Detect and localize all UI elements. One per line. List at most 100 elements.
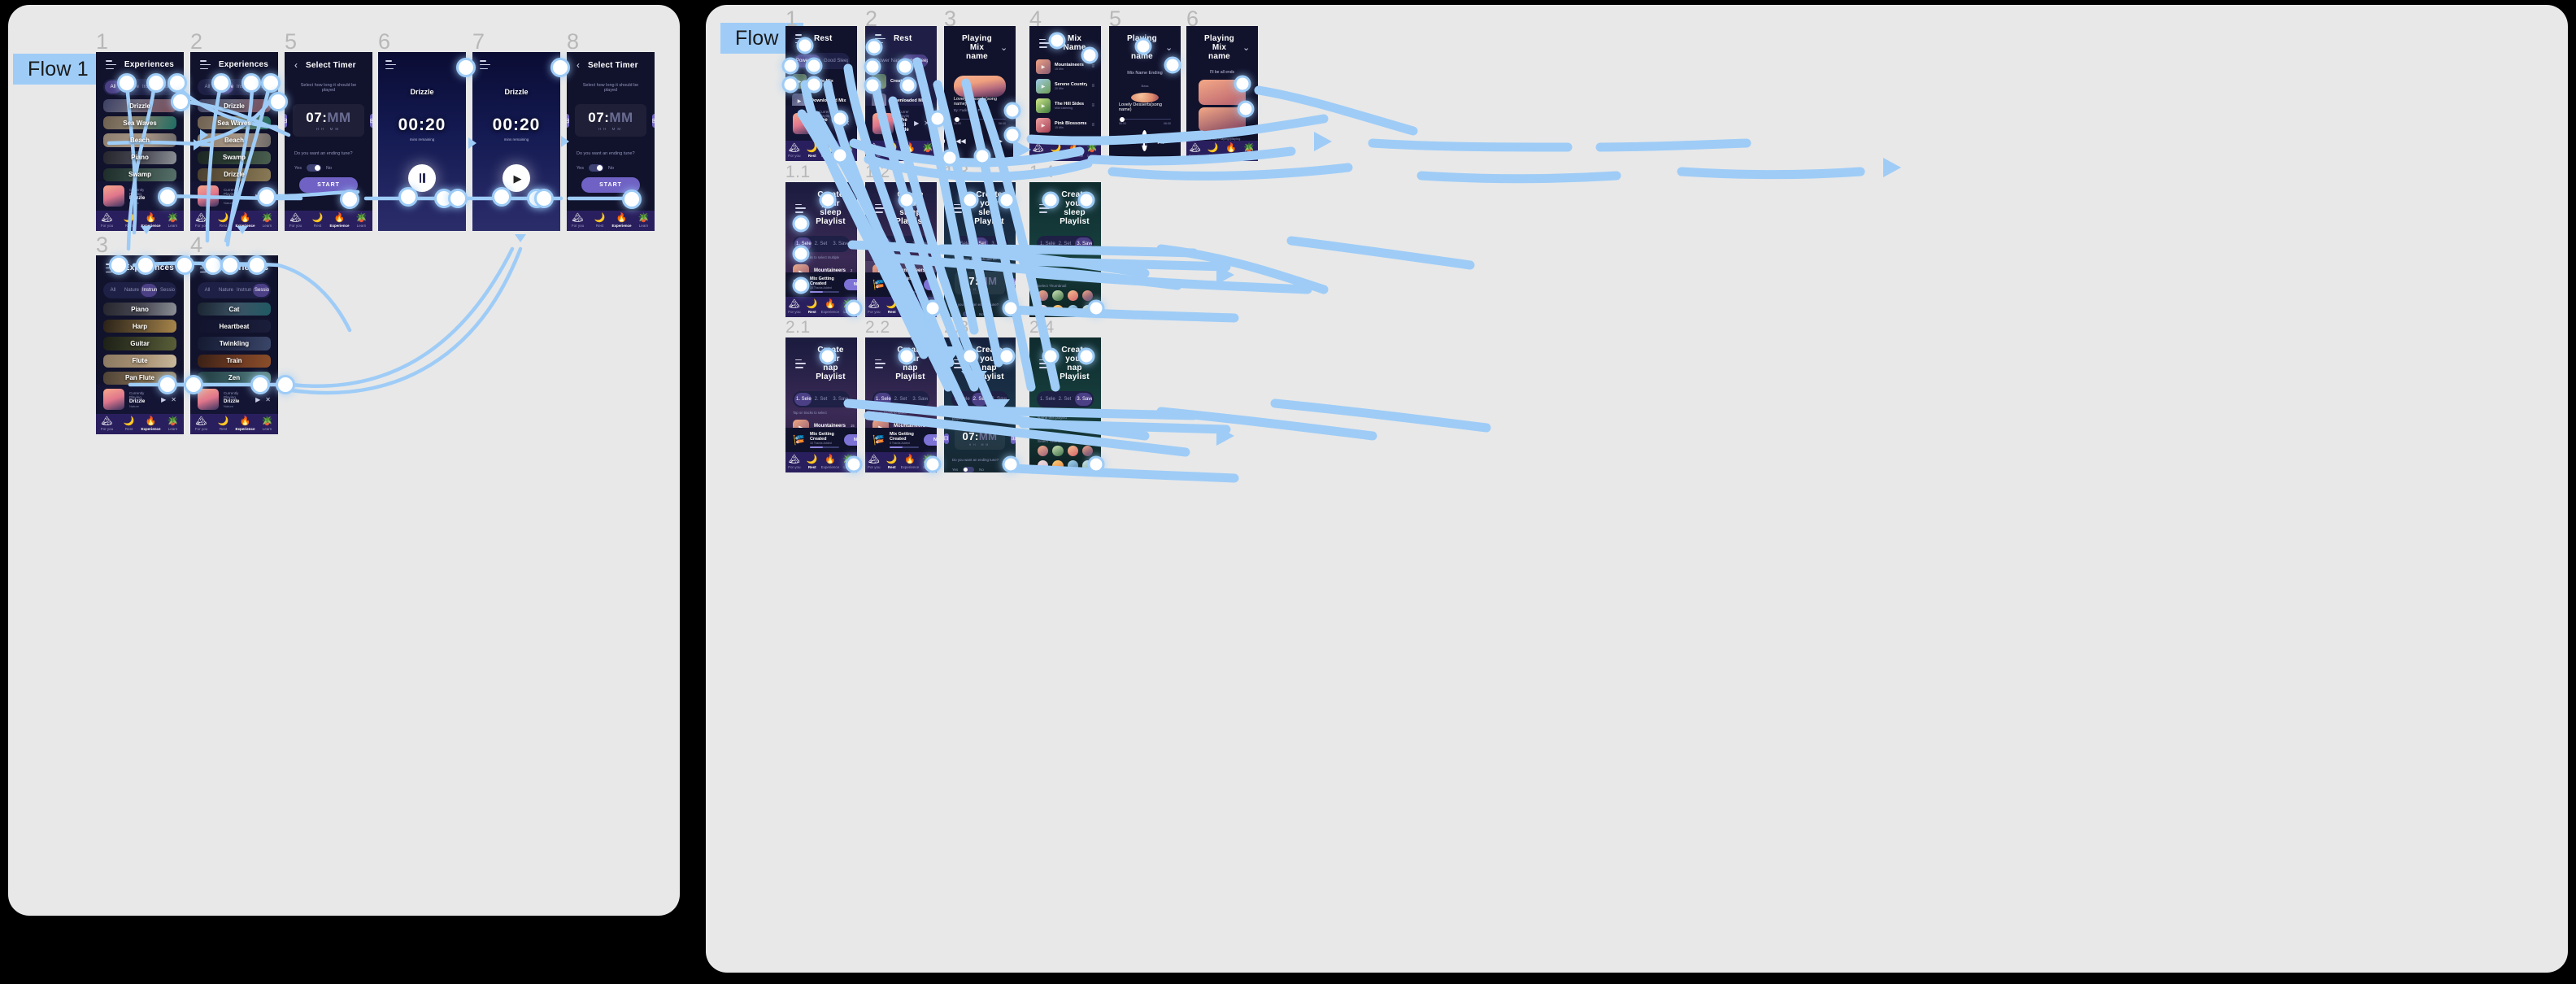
nav-for-you[interactable]: 🏔 For you [865,455,883,469]
nav-experience[interactable]: 🔥 Experience [901,299,920,314]
experience-card[interactable]: Drizzle [198,99,271,113]
nav-experience[interactable]: 🔥 Experience [1222,143,1241,158]
tab-session[interactable]: Session [253,284,269,297]
decrement-icon[interactable]: ⊟ [944,277,949,289]
menu-icon[interactable] [480,60,490,69]
increment-icon[interactable]: ⊞ [369,113,372,128]
tab-save-mix[interactable]: 3. Save Mix [831,237,848,250]
toggle-switch[interactable] [588,164,603,172]
connector-node[interactable] [340,189,359,209]
screen-experiences-session[interactable]: Experiences All Nature Instrumental Sess… [190,255,278,434]
next-button[interactable]: NEXT → [843,434,857,446]
connector-node[interactable] [242,73,261,93]
drag-handle-icon[interactable]: ≡ [1091,103,1094,108]
nav-for-you[interactable]: 🏔 For you [865,143,883,158]
connector-node[interactable] [961,191,979,209]
connector-node[interactable] [1042,191,1060,209]
category-tabs[interactable]: All Nature Instrumental Session [198,282,271,298]
connector-node[interactable] [1002,299,1020,317]
connector-node[interactable] [158,187,177,207]
tab-save-mix[interactable]: 3. Save Mix [831,393,848,406]
menu-icon[interactable] [875,359,886,368]
nav-experience[interactable]: 🔥 Experience [234,213,256,228]
experience-card[interactable]: Sea Waves [198,116,271,130]
forward-icon[interactable]: ▶▶ [1158,137,1168,145]
connector-node[interactable] [792,276,810,294]
bottom-nav[interactable]: 🏔For you 🌙Rest 🔥Experience 🪴Learn [96,414,184,434]
connector-node[interactable] [929,110,946,128]
nav-rest[interactable]: 🌙 Rest [118,213,140,228]
tab-select-tracks[interactable]: 1. Select Tracks [1038,237,1055,250]
next-button[interactable]: NEXT → [923,279,937,290]
tab-set-timer[interactable]: 2. Set Timer [1057,393,1074,406]
connector-node[interactable] [534,189,554,208]
connector-node[interactable] [898,347,916,365]
time-input[interactable]: 07:MM HH MM [954,427,1006,450]
bottom-nav[interactable]: 🏔For you 🌙Rest 🔥Experience 🪴Learn [1186,141,1258,161]
tab-save-mix[interactable]: 3. Save Mix [990,237,1007,250]
connector-node[interactable] [1234,75,1251,93]
connector-node[interactable] [109,255,128,275]
bottom-nav[interactable]: 🏔For you 🌙Rest 🔥Experience 🪴Learn [865,141,937,161]
list-item[interactable]: Lovely Deserts18 Min≡ [1029,135,1101,141]
bottom-nav[interactable]: 🏔For you 🌙Rest 🔥Experience 🪴Learn [190,211,278,231]
connector-node[interactable] [550,58,570,77]
drag-handle-icon[interactable]: ≡ [1091,64,1094,69]
nav-experience[interactable]: 🔥 Experience [329,213,350,228]
experience-card[interactable]: Train [198,354,271,368]
bottom-nav[interactable]: 🏔For you 🌙Rest 🔥Experience 🪴Learn [190,414,278,434]
chevron-down-icon[interactable]: ⌄ [1242,42,1250,53]
time-input[interactable]: 07:MM HH MM [293,104,364,137]
thumbnail-option[interactable] [1038,446,1049,457]
screen-player-6[interactable]: Playing Mix name ⌄ I'll be all ends Next … [1186,26,1258,161]
bottom-nav[interactable]: 🏔For you 🌙Rest 🔥Experience 🪴Learn [96,211,184,231]
tab-instrumental[interactable]: Instrumental [235,284,251,297]
menu-icon[interactable] [106,60,116,69]
nav-for-you[interactable]: 🏔 For you [190,213,212,228]
menu-icon[interactable] [200,60,211,69]
thumbnail-option[interactable] [1067,446,1078,457]
nav-for-you[interactable]: 🏔 For you [96,416,118,431]
nav-for-you[interactable]: 🏔 For you [785,299,803,314]
decrement-icon[interactable]: ⊟ [567,113,570,128]
experience-card[interactable]: Heartbeat [198,320,271,333]
screen-select-timer-5[interactable]: ‹ Select Timer Select how long it should… [285,52,372,231]
connector-node[interactable] [250,375,270,394]
timer-picker[interactable]: ⊟ 07:MM HH MM ⊞ [944,272,1016,294]
tab-all[interactable]: All [105,284,121,297]
connector-node[interactable] [831,110,849,128]
time-input[interactable]: 07:MM HH MM [575,104,646,137]
nav-rest[interactable]: 🌙 Rest [212,213,234,228]
connector-node[interactable] [792,215,810,233]
shuffle-icon[interactable]: ⤨ [1178,137,1181,145]
chevron-down-icon[interactable]: ⌄ [1000,42,1007,53]
now-playing-bar[interactable]: Currently Playing The Hill Sides Mix ▶ ✕ [865,106,937,141]
increment-icon[interactable]: ⊞ [651,113,655,128]
nav-learn[interactable]: 🪴Learn [633,213,655,228]
thumbnail-option[interactable] [1038,460,1049,472]
connector-node[interactable] [781,76,799,94]
toggle-switch[interactable] [963,467,975,472]
tab-save-mix[interactable]: 3. Save Mix [911,393,928,406]
connector-node[interactable] [899,76,917,94]
ending-tune-toggle[interactable]: Yes No [952,467,1007,472]
nav-for-you[interactable]: 🏔 For you [785,143,803,158]
tab-good-sleep[interactable]: Good Sleep [822,54,848,67]
nav-rest[interactable]: 🌙 Rest [1047,143,1065,158]
nav-rest[interactable]: 🌙 Rest [212,416,234,431]
nav-experience[interactable]: 🔥 Experience [611,213,633,228]
nav-learn[interactable]: 🪴Learn [256,416,278,431]
tab-select-tracks[interactable]: 1. Select Tracks [794,393,812,406]
tab-select-tracks[interactable]: 1. Select Tracks [874,393,891,406]
connector-node[interactable] [805,76,823,94]
connector-node[interactable] [175,255,194,275]
timer-picker[interactable]: ⊟ 07:MM HH MM ⊞ [944,427,1016,450]
toggle-switch[interactable] [963,311,975,317]
list-item[interactable]: Serene Countryside20 Min≡ [1029,76,1101,96]
ending-tune-toggle[interactable]: Yes No [577,164,645,172]
rewind-icon[interactable]: ◀◀ [955,137,965,145]
experience-card[interactable]: Piano [103,303,176,316]
connector-node[interactable] [998,347,1016,365]
connector-node[interactable] [865,38,883,56]
back-chevron-icon[interactable]: ‹ [294,60,298,70]
